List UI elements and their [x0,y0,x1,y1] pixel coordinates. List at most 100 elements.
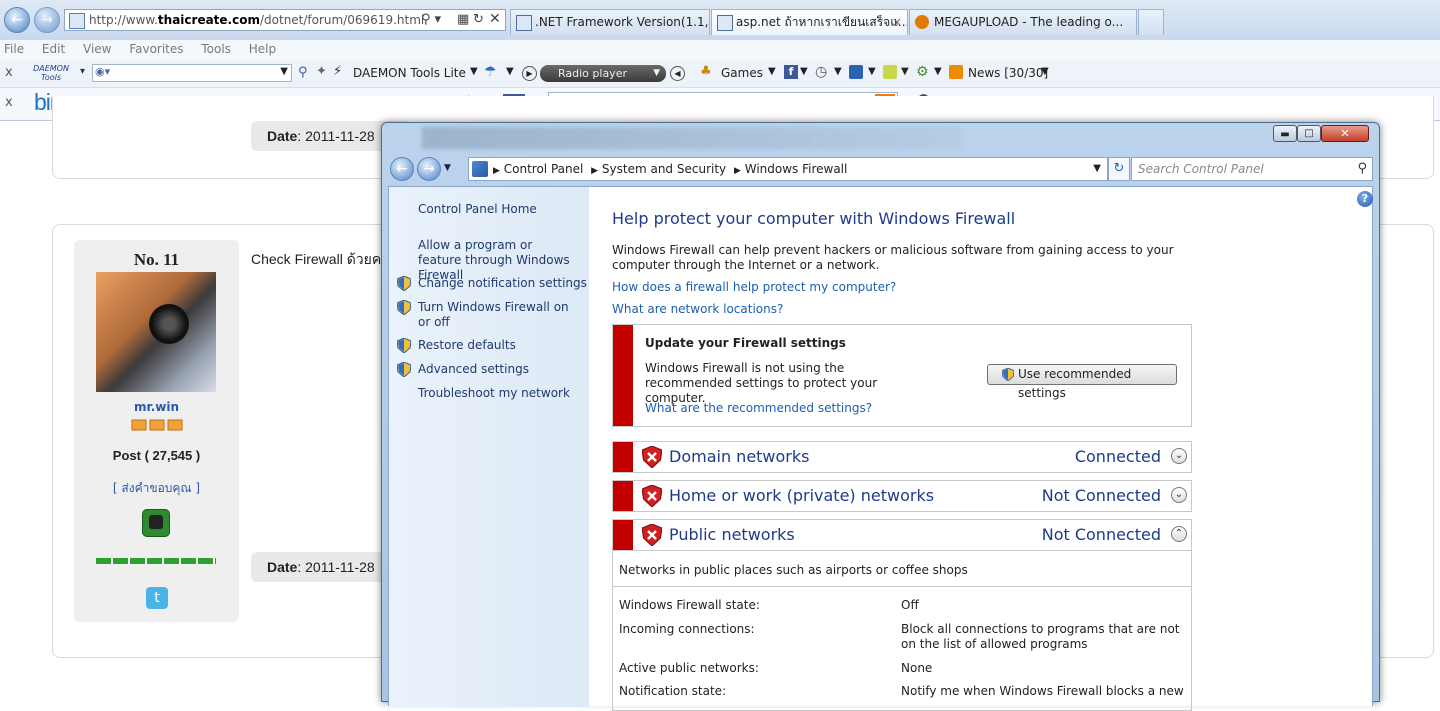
volume-icon[interactable]: ◀ [670,66,685,81]
camera-lens-icon [149,304,189,344]
tab-page-icon [717,15,733,31]
zoom-search-icon[interactable]: ⚲ [298,65,308,80]
public-network-details: Networks in public places such as airpor… [612,551,1192,711]
notes-icon[interactable] [883,65,897,79]
firewall-content: Control Panel Home Allow a program or fe… [388,186,1373,711]
dropdown-arrow-icon[interactable]: ▼ [1041,66,1049,77]
breadcrumb-system-security[interactable]: System and Security [602,162,726,176]
forward-button[interactable]: → [417,157,441,181]
restore-defaults-link[interactable]: Restore defaults [418,338,516,353]
breadcrumb-windows-firewall[interactable]: Windows Firewall [745,162,848,176]
refresh-icon[interactable]: ↻ [473,10,484,30]
use-recommended-settings-button[interactable]: Use recommended settings [987,364,1177,400]
advanced-settings-link[interactable]: Advanced settings [418,362,529,377]
expand-chevron-icon[interactable]: ⌄ [1171,448,1187,464]
troubleshoot-network-link[interactable]: Troubleshoot my network [418,386,570,401]
tab-megaupload[interactable]: MEGAUPLOAD - The leading o... [909,9,1137,35]
turn-firewall-onoff-link[interactable]: Turn Windows Firewall on or off [418,300,578,330]
status-stripe [613,442,633,472]
maximize-button[interactable]: □ [1297,125,1321,142]
expand-chevron-icon[interactable]: ⌄ [1171,487,1187,503]
recommended-settings-link[interactable]: What are the recommended settings? [645,401,872,415]
news-button[interactable]: News [30/30] [968,66,1048,80]
menu-favorites[interactable]: Favorites [129,42,183,56]
back-button[interactable]: ← [390,157,414,181]
dropdown-arrow-icon[interactable]: ▼ [934,66,942,77]
how-firewall-helps-link[interactable]: How does a firewall help protect my comp… [612,280,896,294]
dropdown-arrow-icon[interactable]: ▾ [80,66,85,77]
play-icon[interactable]: ▶ [522,66,537,81]
rank-crowns-icon [130,419,184,431]
domain-networks-row[interactable]: Domain networks Connected ⌄ [612,441,1192,473]
windows-firewall-window: ▬ □ ✕ ← → ▼ ▶ Control Panel ▶ System and… [381,122,1380,711]
dropdown-arrow-icon[interactable]: ▼ [800,66,808,77]
window-controls: ▬ □ ✕ [1273,125,1373,143]
dropdown-arrow-icon[interactable]: ▼ [280,66,288,77]
shirt-badge-icon [142,509,170,537]
menu-edit[interactable]: Edit [42,42,65,56]
search-control-panel-input[interactable]: Search Control Panel ⚲ [1131,157,1373,181]
dropdown-arrow-icon[interactable]: ▼ [834,66,842,77]
network-name: Home or work (private) networks [669,486,935,505]
address-bar[interactable]: http://www.thaicreate.com/dotnet/forum/0… [64,9,506,31]
dropdown-arrow-icon[interactable]: ▼ [901,66,909,77]
address-dropdown-icon[interactable]: ▼ [1093,158,1101,180]
tab-dotnet-framework[interactable]: .NET Framework Version(1.1, 2.... [510,9,710,35]
compat-icon[interactable]: ▦ [457,10,469,30]
firewall-off-shield-icon [642,446,662,468]
calendar-icon[interactable] [849,65,863,79]
back-button[interactable]: ← [4,7,30,33]
tab-title: asp.net ถ้าหากเราเขียนเสร็จแ... [736,15,908,29]
daemon-tools-lite-button[interactable]: DAEMON Tools Lite [353,66,466,80]
minimize-button[interactable]: ▬ [1273,125,1297,142]
menu-help[interactable]: Help [249,42,276,56]
games-button[interactable]: Games [721,66,763,80]
dropdown-arrow-icon[interactable]: ▼ [868,66,876,77]
daemon-search-input[interactable]: ◉▾ ▼ [92,64,292,82]
control-panel-home-link[interactable]: Control Panel Home [418,202,537,217]
tab-aspnet[interactable]: asp.net ถ้าหากเราเขียนเสร็จแ... × [711,9,908,35]
bing-toolbar-close-icon[interactable]: x [5,95,13,110]
twitter-icon[interactable]: t [146,587,168,609]
menu-file[interactable]: File [4,42,24,56]
search-icon[interactable]: ⚲▾ [421,10,445,30]
thanks-link[interactable]: [ ส่งคำขอบคุณ ] [74,479,239,498]
address-domain: thaicreate.com [157,13,260,27]
close-button[interactable]: ✕ [1321,125,1369,142]
recent-pages-icon[interactable]: ▼ [444,163,451,173]
public-networks-row[interactable]: Public networks Not Connected ⌃ [612,519,1192,551]
breadcrumb-control-panel[interactable]: Control Panel [504,162,584,176]
menu-view[interactable]: View [83,42,111,56]
dropdown-arrow-icon[interactable]: ▼ [506,66,514,77]
new-tab-button[interactable] [1138,9,1164,35]
help-icon[interactable]: ? [1357,191,1373,207]
collapse-chevron-icon[interactable]: ⌃ [1171,526,1187,542]
radio-player-widget[interactable]: ▶ Radio player ▼ ◀ [522,64,686,83]
tab-close-icon[interactable]: × [892,10,902,35]
forward-button[interactable]: → [34,7,60,33]
username-link[interactable]: mr.win [74,400,239,414]
change-notification-link[interactable]: Change notification settings [418,276,587,291]
refresh-icon[interactable]: ↻ [1108,157,1130,181]
user-info-panel: No. 11 mr.win Post ( 27,545 ) [ ส่งคำขอบ… [74,240,239,622]
menu-tools[interactable]: Tools [201,42,231,56]
private-networks-row[interactable]: Home or work (private) networks Not Conn… [612,480,1192,512]
network-locations-link[interactable]: What are network locations? [612,302,783,316]
address-path: /dotnet/forum/069619.html [259,13,425,27]
stop-icon[interactable]: ✕ [489,9,501,29]
toolbar-close-icon[interactable]: x [5,65,13,80]
dropdown-arrow-icon[interactable]: ▼ [653,65,660,82]
daemon-logo: DAEMON Tools [33,64,69,82]
dropdown-arrow-icon[interactable]: ▼ [470,66,478,77]
search-icon[interactable]: ⚲ [1357,158,1367,180]
daemon-toolbar: x DAEMON Tools ▾ ◉▾ ▼ ⚲ ✦ ⚡ DAEMON Tools… [0,60,1440,88]
clock-icon[interactable]: ◷ [815,64,827,80]
tab-title: .NET Framework Version(1.1, 2.... [535,15,709,29]
breadcrumb[interactable]: ▶ Control Panel ▶ System and Security ▶ … [468,157,1108,181]
tools-icon[interactable]: ⚙ [916,64,929,80]
detail-label: Notification state: [619,684,727,698]
uac-shield-icon [397,338,411,353]
facebook-icon[interactable]: f [784,65,798,79]
dropdown-arrow-icon[interactable]: ▼ [768,66,776,77]
weather-icon[interactable]: ☂ [484,64,497,80]
